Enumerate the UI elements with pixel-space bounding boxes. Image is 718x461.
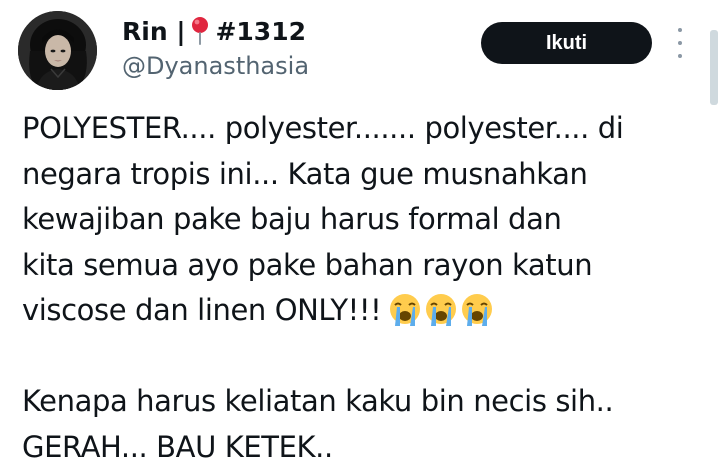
tweet-line: negara tropis ini... Kata gue musnahkan xyxy=(22,156,588,191)
tweet-line: kewajiban pake baju harus formal dan xyxy=(22,202,562,237)
author-name-line[interactable]: Rin | #1312 xyxy=(122,14,306,48)
tweet-line: kita semua ayo pake bahan rayon katun xyxy=(22,247,593,282)
loudly-crying-face-icon xyxy=(462,294,493,327)
loudly-crying-face-icon xyxy=(426,294,457,327)
tweet-card: Rin | #1312 @Dyanasthasia Ikuti POLYESTE… xyxy=(0,0,718,461)
author-handle[interactable]: @Dyanasthasia xyxy=(122,52,309,80)
tweet-header: Rin | #1312 @Dyanasthasia Ikuti xyxy=(0,0,718,105)
tweet-text: POLYESTER.... polyester....... polyester… xyxy=(22,106,702,461)
more-dot xyxy=(678,28,682,32)
more-vertical-icon[interactable] xyxy=(670,28,690,58)
avatar[interactable] xyxy=(18,11,97,90)
tweet-line-with-emoji: viscose dan linen ONLY!!! xyxy=(22,288,702,334)
loudly-crying-face-icon xyxy=(390,294,421,327)
scrollbar-thumb[interactable] xyxy=(710,30,718,105)
tweet-line: GERAH... BAU KETEK.. xyxy=(22,429,333,461)
tweet-line: Kenapa harus keliatan kaku bin necis sih… xyxy=(22,383,614,418)
more-dot xyxy=(678,54,682,58)
avatar-image xyxy=(18,11,97,90)
author-name[interactable]: Rin | xyxy=(122,17,185,46)
more-dot xyxy=(678,41,682,45)
tweet-line: viscose dan linen ONLY!!! xyxy=(22,293,382,328)
round-pushpin-icon xyxy=(192,17,209,45)
emoji-group xyxy=(387,292,495,328)
follow-button[interactable]: Ikuti xyxy=(481,22,652,64)
tweet-line: POLYESTER.... polyester....... polyester… xyxy=(22,111,624,145)
author-tag[interactable]: #1312 xyxy=(215,17,306,46)
